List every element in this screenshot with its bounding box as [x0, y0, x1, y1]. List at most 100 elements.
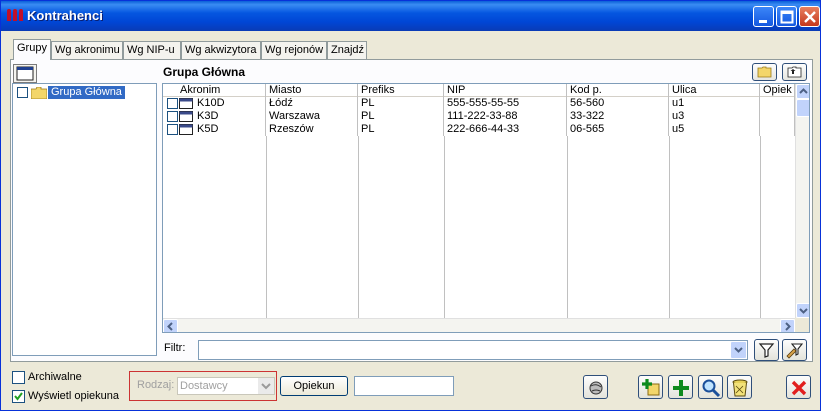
minimize-button[interactable]: [753, 6, 774, 27]
delete-button[interactable]: [727, 375, 752, 399]
wyswietl-opiekuna-checkbox[interactable]: [12, 390, 25, 403]
folder-button[interactable]: [752, 63, 777, 81]
vertical-scrollbar[interactable]: [795, 84, 809, 318]
cell-miasto: Rzeszów: [266, 123, 358, 136]
tree-item-checkbox[interactable]: [17, 87, 28, 98]
horizontal-scrollbar[interactable]: [163, 318, 795, 332]
tree-toggle-button[interactable]: [13, 64, 37, 83]
funnel-icon: [758, 343, 775, 358]
cell-akronim: K10D: [194, 97, 266, 110]
folder-up-button[interactable]: [782, 63, 807, 81]
chevron-down-icon: [258, 378, 274, 394]
column-header-nip[interactable]: NIP: [444, 84, 567, 97]
chevron-down-icon: [799, 308, 808, 314]
cell-ulica: u5: [669, 123, 760, 136]
contractor-icon: [179, 124, 193, 135]
window-title: Kontrahenci: [27, 8, 103, 23]
magnifier-icon: [702, 379, 721, 398]
scroll-left-button[interactable]: [163, 319, 178, 332]
close-window-button[interactable]: [799, 6, 820, 27]
wyswietl-opiekuna-label: Wyświetl opiekuna: [28, 390, 119, 402]
add-copy-icon: [642, 379, 660, 396]
cell-ulica: u3: [669, 110, 760, 123]
cell-ulica: u1: [669, 97, 760, 110]
scroll-down-button[interactable]: [796, 303, 809, 318]
scroll-up-button[interactable]: [796, 84, 809, 99]
panel-icon: [16, 66, 34, 81]
filter-label: Filtr:: [164, 342, 186, 354]
filter-combobox[interactable]: [198, 340, 748, 360]
contractor-icon: [179, 98, 193, 109]
report-button[interactable]: [583, 375, 608, 399]
cell-opiekun: [760, 123, 795, 136]
cell-nip: 111-222-33-88: [444, 110, 567, 123]
filter-settings-button[interactable]: [782, 339, 807, 361]
tab-wg-rejonow[interactable]: Wg rejonów: [261, 41, 327, 59]
chevron-right-icon: [785, 322, 791, 331]
rodzaj-label: Rodzaj:: [137, 379, 175, 391]
tree-item-label: Grupa Główna: [48, 86, 125, 99]
globe-icon: [589, 381, 603, 395]
tab-grupy[interactable]: Grupy: [13, 39, 51, 60]
opiekun-input[interactable]: [354, 376, 454, 396]
group-title: Grupa Główna: [163, 65, 246, 79]
scroll-right-button[interactable]: [780, 319, 795, 332]
maximize-button[interactable]: [776, 6, 797, 27]
trash-icon: [732, 379, 748, 397]
row-checkbox[interactable]: [167, 98, 178, 109]
cell-miasto: Łódź: [266, 97, 358, 110]
table-header: Akronim Miasto Prefiks NIP Kod p. Ulica …: [163, 84, 795, 97]
scrollbar-corner: [795, 318, 809, 332]
archiwalne-label: Archiwalne: [28, 371, 82, 383]
filter-dropdown-button[interactable]: [730, 341, 747, 359]
red-x-icon: [791, 380, 807, 396]
plus-icon: [673, 380, 689, 396]
cell-kod: 06-565: [567, 123, 669, 136]
cell-nip: 555-555-55-55: [444, 97, 567, 110]
column-header-opiekun[interactable]: Opiek: [760, 84, 795, 97]
column-divider-fill: [163, 136, 795, 318]
checkmark-icon: [14, 392, 23, 401]
column-header-prefiks[interactable]: Prefiks: [358, 84, 444, 97]
column-header-ulica[interactable]: Ulica: [669, 84, 760, 97]
funnel-settings-icon: [786, 343, 804, 359]
row-checkbox[interactable]: [167, 124, 178, 135]
column-header-akronim[interactable]: Akronim: [163, 84, 266, 97]
add-copy-button[interactable]: [638, 375, 663, 399]
group-tree[interactable]: Grupa Główna: [12, 83, 157, 356]
cell-akronim: K5D: [194, 123, 266, 136]
close-button[interactable]: [786, 375, 811, 399]
cell-kod: 56-560: [567, 97, 669, 110]
tab-znajdz[interactable]: Znajdź: [327, 41, 367, 59]
cell-kod: 33-322: [567, 110, 669, 123]
cell-akronim: K3D: [194, 110, 266, 123]
row-checkbox[interactable]: [167, 111, 178, 122]
folder-up-icon: [787, 66, 802, 78]
vertical-scroll-thumb[interactable]: [796, 99, 809, 117]
cell-prefiks: PL: [358, 123, 444, 136]
chevron-down-icon: [734, 347, 743, 353]
table-row[interactable]: K10D Łódź PL 555-555-55-55 56-560 u1: [163, 97, 795, 110]
search-button[interactable]: [698, 375, 723, 399]
kontrahenci-window: Kontrahenci Grupy Wg akronimu Wg NIP-u W…: [0, 0, 821, 411]
cell-opiekun: [760, 110, 795, 123]
archiwalne-checkbox[interactable]: [12, 371, 25, 384]
add-button[interactable]: [668, 375, 693, 399]
column-header-kod[interactable]: Kod p.: [567, 84, 669, 97]
column-header-miasto[interactable]: Miasto: [266, 84, 358, 97]
opiekun-button[interactable]: Opiekun: [280, 376, 348, 396]
filter-button[interactable]: [754, 339, 779, 361]
cell-miasto: Warszawa: [266, 110, 358, 123]
table-row[interactable]: K3D Warszawa PL 111-222-33-88 33-322 u3: [163, 110, 795, 123]
rodzaj-select[interactable]: Dostawcy: [177, 377, 275, 395]
tab-wg-akronimu[interactable]: Wg akronimu: [51, 41, 123, 59]
cell-prefiks: PL: [358, 97, 444, 110]
cell-opiekun: [760, 97, 795, 110]
folder-icon: [31, 87, 47, 99]
contractors-table[interactable]: Akronim Miasto Prefiks NIP Kod p. Ulica …: [162, 83, 810, 333]
table-row[interactable]: K5D Rzeszów PL 222-666-44-33 06-565 u5: [163, 123, 795, 136]
tab-wg-nip[interactable]: Wg NIP-u: [123, 41, 181, 59]
folder-icon: [757, 66, 772, 78]
tab-wg-akwizytora[interactable]: Wg akwizytora: [181, 41, 261, 59]
title-bar[interactable]: Kontrahenci: [1, 1, 820, 31]
